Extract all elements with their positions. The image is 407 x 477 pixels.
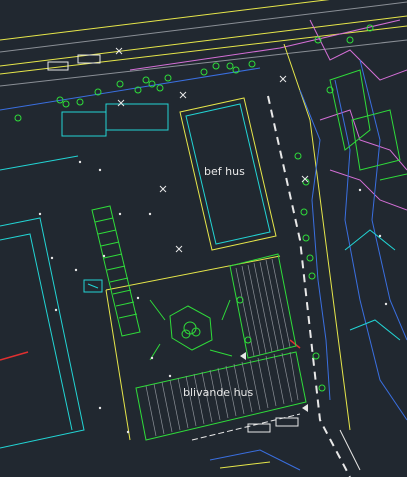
drawing-background: [0, 0, 407, 477]
site-plan-drawing: bef hus blivande hus: [0, 0, 407, 477]
existing-house-label: bef hus: [204, 165, 245, 178]
planned-house-label: blivande hus: [183, 386, 254, 399]
